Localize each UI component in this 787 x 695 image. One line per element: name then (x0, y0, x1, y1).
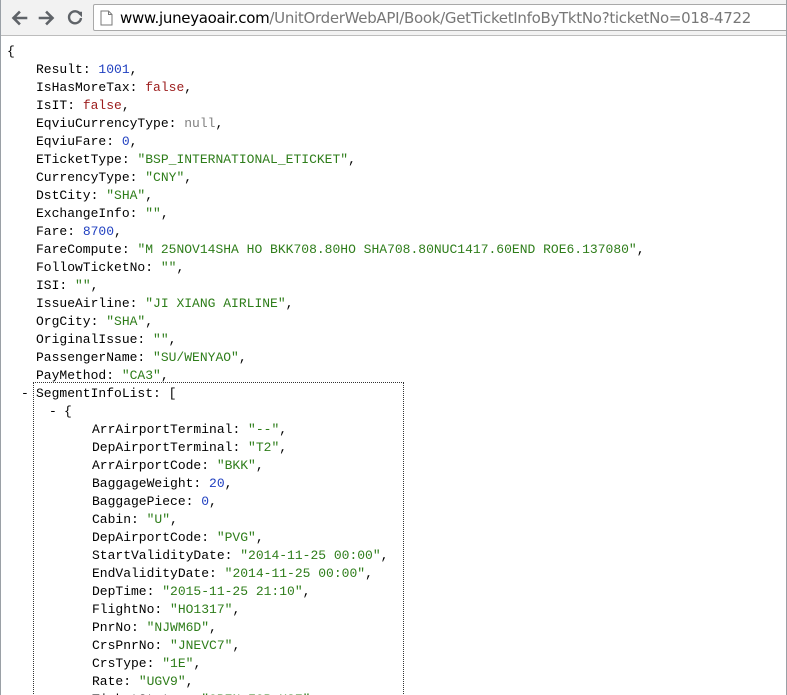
json-field-row: IsHasMoreTax: false, (36, 80, 193, 95)
browser-toolbar: www.juneyaoair.com/UnitOrderWebAPI/Book/… (1, 0, 786, 36)
json-key: IsIT (36, 98, 68, 113)
json-field-row: FollowTicketNo: "", (36, 260, 185, 275)
json-key: FollowTicketNo (36, 260, 146, 275)
json-key: OrgCity (36, 314, 91, 329)
json-key: PayMethod (36, 368, 107, 383)
json-key: ExchangeInfo (36, 206, 130, 221)
json-value: null (184, 116, 216, 131)
json-key: IsHasMoreTax (36, 80, 130, 95)
json-key: IssueAirline (36, 296, 130, 311)
json-value: 1001 (98, 62, 130, 77)
json-open-brace: { (7, 44, 15, 59)
segment-list-collapse-toggle[interactable]: - (21, 385, 29, 403)
json-field-row: IsIT: false, (36, 98, 130, 113)
back-arrow-icon (11, 10, 28, 26)
json-field-row: OrgCity: "SHA", (36, 314, 154, 329)
json-value: 0 (121, 134, 130, 149)
json-key: OriginalIssue (36, 332, 138, 347)
json-value: "BSP_INTERNATIONAL_ETICKET" (137, 152, 349, 167)
json-field-row: ISI: "", (36, 278, 99, 293)
json-key: ISI (36, 278, 60, 293)
json-field-row: FareCompute: "M 25NOV14SHA HO BKK708.80H… (36, 242, 645, 257)
json-field-row: Fare: 8700, (36, 224, 122, 239)
json-value: "SHA" (106, 314, 146, 329)
browser-window: www.juneyaoair.com/UnitOrderWebAPI/Book/… (0, 0, 787, 695)
json-key: Fare (36, 224, 68, 239)
json-key: ETicketType (36, 152, 122, 167)
json-value: "" (153, 332, 169, 347)
json-value: "" (160, 260, 177, 275)
address-bar[interactable]: www.juneyaoair.com/UnitOrderWebAPI/Book/… (93, 4, 786, 31)
json-value: "SU/WENYAO" (153, 350, 239, 365)
json-key: DstCity (36, 188, 91, 203)
reload-icon (67, 10, 83, 25)
back-button[interactable] (5, 4, 33, 32)
json-field-row: IssueAirline: "JI XIANG AIRLINE", (36, 296, 294, 311)
json-value: 8700 (82, 224, 115, 239)
url-text: www.juneyaoair.com/UnitOrderWebAPI/Book/… (120, 9, 751, 27)
json-viewer: { Result: 1001, IsHasMoreTax: false, IsIT:… (1, 37, 786, 695)
json-field-row: DstCity: "SHA", (36, 188, 154, 203)
json-field-row: PassengerName: "SU/WENYAO", (36, 350, 247, 365)
json-field-row: ETicketType: "BSP_INTERNATIONAL_ETICKET"… (36, 152, 356, 167)
json-key: Result (36, 62, 83, 77)
json-field-row: EqviuCurrencyType: null, (36, 116, 224, 131)
reload-button[interactable] (61, 4, 89, 32)
json-key: PassengerName (36, 350, 138, 365)
url-host: www.juneyaoair.com (120, 9, 270, 27)
json-value: "" (145, 206, 161, 221)
json-key: CurrencyType (36, 170, 130, 185)
json-value: false (145, 80, 185, 95)
url-path: /UnitOrderWebAPI/Book/GetTicketInfoByTkt… (269, 9, 751, 27)
json-key: FareCompute (36, 242, 122, 257)
json-key: EqviuCurrencyType (36, 116, 169, 131)
json-field-row: Result: 1001, (36, 62, 138, 77)
json-key: EqviuFare (36, 134, 107, 149)
json-value: "M 25NOV14SHA HO BKK708.80HO SHA708.80NU… (137, 242, 637, 257)
json-field-row: ExchangeInfo: "", (36, 206, 169, 221)
json-value: "SHA" (106, 188, 146, 203)
json-value: "" (75, 278, 91, 293)
forward-button[interactable] (33, 4, 61, 32)
json-value: "CNY" (145, 170, 185, 185)
json-value: "CA3" (121, 368, 161, 383)
json-field-row: CurrencyType: "CNY", (36, 170, 193, 185)
json-value: false (82, 98, 122, 113)
json-field-row: EqviuFare: 0, (36, 134, 138, 149)
page-icon (100, 10, 113, 26)
segment-list-hover-outline (33, 382, 404, 695)
forward-arrow-icon (38, 10, 55, 26)
json-field-row: OriginalIssue: "", (36, 332, 177, 347)
json-value: "JI XIANG AIRLINE" (145, 296, 286, 311)
